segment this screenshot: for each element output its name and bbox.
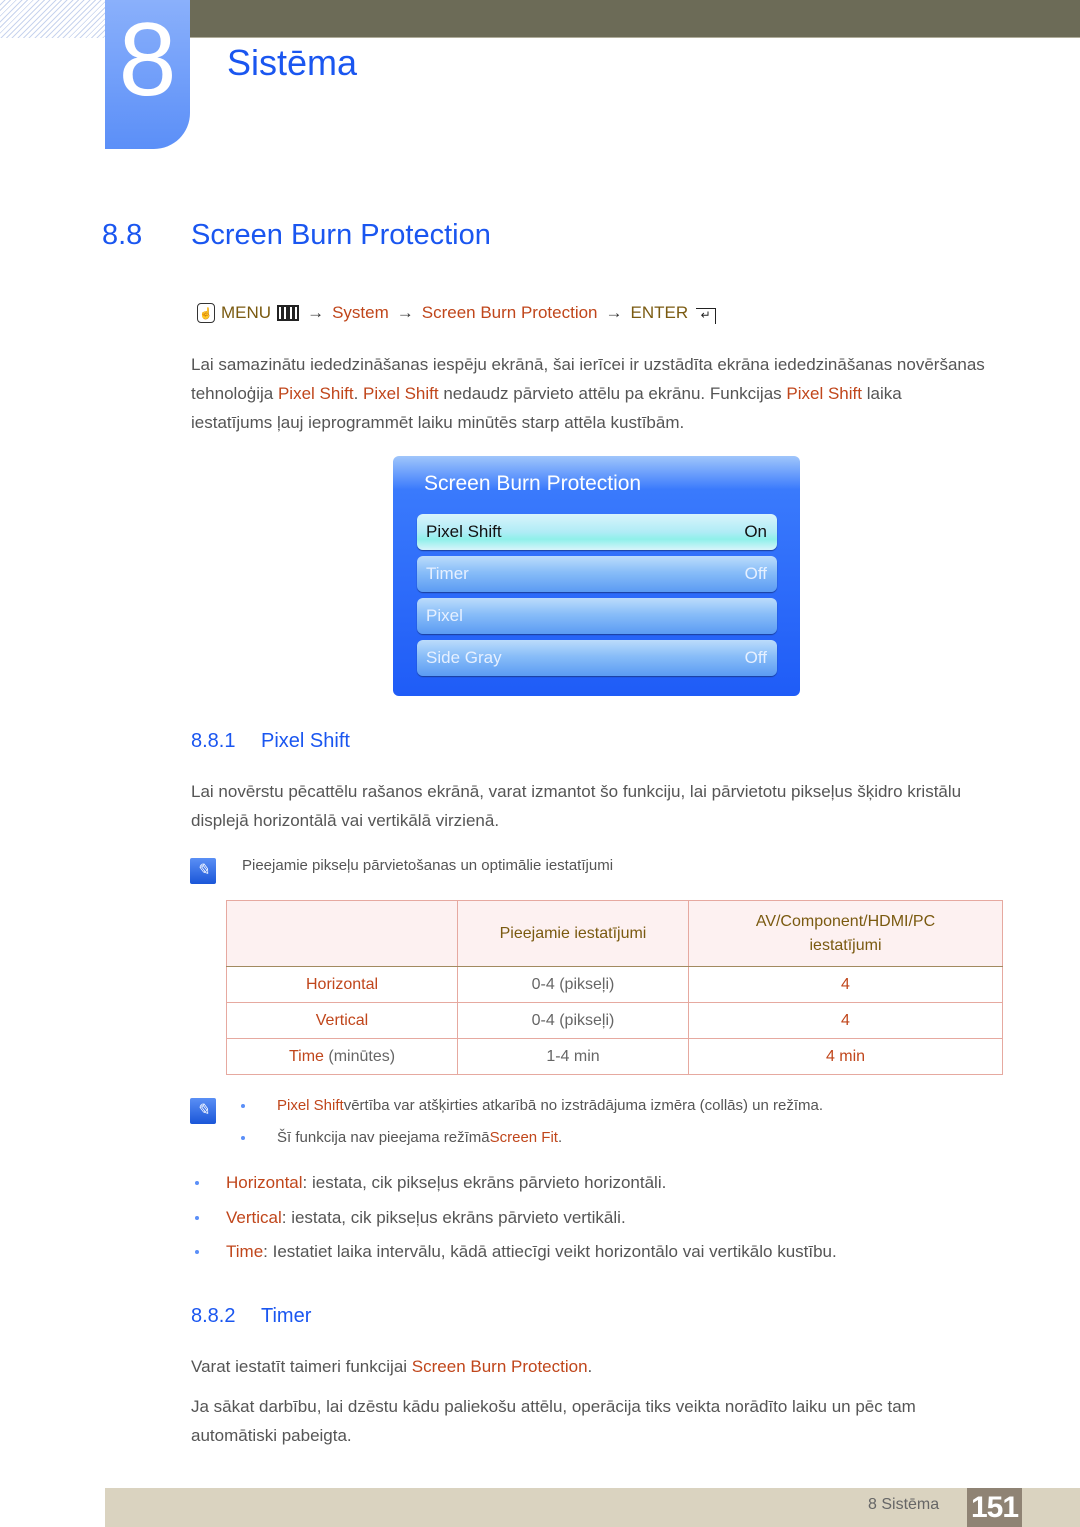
footer-chapter-label: 8 Sistēma — [868, 1496, 940, 1513]
note-pencil-icon: ✎ — [190, 858, 216, 884]
subsection-title: Timer — [261, 1305, 312, 1327]
timer-paragraph-1: Varat iestatīt taimeri funkcijai Screen … — [191, 1357, 593, 1376]
intro-line-1: Lai samazinātu iededzināšanas iespēju ek… — [191, 355, 985, 374]
osd-menu-screenshot: Screen Burn Protection Pixel Shift On Ti… — [393, 456, 800, 696]
osd-item-label: Pixel — [426, 606, 463, 625]
pixel-shift-settings-table: Pieejamie iestatījumi AV/Component/HDMI/… — [226, 900, 1003, 1075]
row-range: 0-4 (pikseļi) — [457, 1002, 689, 1039]
menu-step-system[interactable]: System — [332, 303, 389, 323]
bullet-item: Horizontal: iestata, cik pikseļus ekrāns… — [195, 1173, 666, 1193]
header-hatch-pattern — [0, 0, 105, 38]
table-row: Time (minūtes) 1-4 min 4 min — [226, 1038, 1003, 1075]
table-header-optimal: AV/Component/HDMI/PC iestatījumi — [688, 900, 1003, 967]
section-title: Screen Burn Protection — [191, 219, 491, 251]
enter-icon: ↵ — [696, 308, 717, 324]
table-header-empty — [226, 900, 458, 967]
row-range: 1-4 min — [457, 1038, 689, 1075]
arrow-icon: → — [307, 303, 325, 322]
note-pencil-icon: ✎ — [190, 1098, 216, 1124]
bullet-dot-icon — [195, 1216, 199, 1220]
row-label: Time (minūtes) — [226, 1038, 458, 1075]
osd-item-value: On — [744, 522, 767, 541]
intro-line-2: tehnoloģija Pixel Shift. Pixel Shift ned… — [191, 384, 902, 403]
note-bullet: Pixel Shift vērtība var atšķirties atkar… — [241, 1097, 823, 1114]
note-text: Pieejamie pikseļu pārvietošanas un optim… — [242, 857, 614, 874]
menu-label: MENU — [221, 303, 272, 322]
row-optimal: 4 min — [688, 1038, 1003, 1075]
bullet-item: Vertical: iestata, cik pikseļus ekrāns p… — [195, 1208, 626, 1228]
chapter-number: 8 — [118, 2, 177, 118]
row-optimal: 4 — [688, 966, 1003, 1003]
note-bullet: Šī funkcija nav pieejama režīmā Screen F… — [241, 1129, 562, 1146]
remote-hand-icon: ☝ — [197, 303, 215, 323]
row-label: Horizontal — [226, 966, 458, 1003]
pixel-shift-paragraph: Lai novērstu pēcattēlu rašanos ekrānā, v… — [191, 782, 962, 830]
osd-item-value: Off — [744, 648, 767, 667]
bullet-dot-icon — [241, 1135, 245, 1140]
intro-paragraph: Lai samazinātu iededzināšanas iespēju ek… — [191, 350, 985, 437]
bullet-dot-icon — [195, 1250, 199, 1254]
table-header-available: Pieejamie iestatījumi — [457, 900, 689, 967]
arrow-icon: → — [605, 303, 623, 322]
page-number: 151 — [967, 1488, 1022, 1527]
enter-label: ENTER — [630, 303, 689, 322]
bullet-dot-icon — [241, 1103, 245, 1108]
table-row: Horizontal 0-4 (pikseļi) 4 — [226, 966, 1003, 1003]
osd-item-value: Off — [744, 564, 767, 583]
subsection-number: 8.8.2 — [191, 1305, 236, 1327]
timer-paragraph-2: Ja sākat darbību, lai dzēstu kādu paliek… — [191, 1397, 916, 1445]
arrow-icon: → — [396, 303, 414, 322]
osd-item-pixel-shift[interactable]: Pixel Shift On — [417, 514, 777, 550]
menu-step-screen-burn-protection[interactable]: Screen Burn Protection — [422, 303, 598, 323]
osd-item-label: Pixel Shift — [426, 522, 502, 541]
section-number: 8.8 — [102, 219, 143, 251]
osd-item-timer[interactable]: Timer Off — [417, 556, 777, 592]
osd-title: Screen Burn Protection — [424, 472, 642, 495]
table-row: Vertical 0-4 (pikseļi) 4 — [226, 1002, 1003, 1039]
bullet-item: Time: Iestatiet laika intervālu, kādā at… — [195, 1242, 837, 1262]
bullet-dot-icon — [195, 1181, 199, 1185]
intro-line-3: iestatījums ļauj ieprogrammēt laiku minū… — [191, 413, 685, 432]
chapter-title: Sistēma — [227, 42, 358, 83]
term-pixel-shift: Pixel Shift — [363, 384, 439, 403]
subsection-number: 8.8.1 — [191, 730, 236, 752]
row-label: Vertical — [226, 1002, 458, 1039]
menu-grid-icon — [277, 305, 300, 321]
osd-item-pixel[interactable]: Pixel — [417, 598, 777, 634]
osd-item-label: Timer — [426, 564, 469, 583]
term-pixel-shift: Pixel Shift — [786, 384, 862, 403]
row-optimal: 4 — [688, 1002, 1003, 1039]
osd-item-side-gray[interactable]: Side Gray Off — [417, 640, 777, 676]
term-pixel-shift: Pixel Shift — [277, 384, 354, 403]
osd-item-label: Side Gray — [426, 648, 502, 667]
subsection-title: Pixel Shift — [261, 730, 350, 752]
header-bar — [190, 0, 1080, 38]
row-range: 0-4 (pikseļi) — [457, 966, 689, 1003]
table-header-row: Pieejamie iestatījumi AV/Component/HDMI/… — [226, 900, 1003, 967]
menu-path: ☝ MENU → System → Screen Burn Protection… — [197, 303, 717, 324]
